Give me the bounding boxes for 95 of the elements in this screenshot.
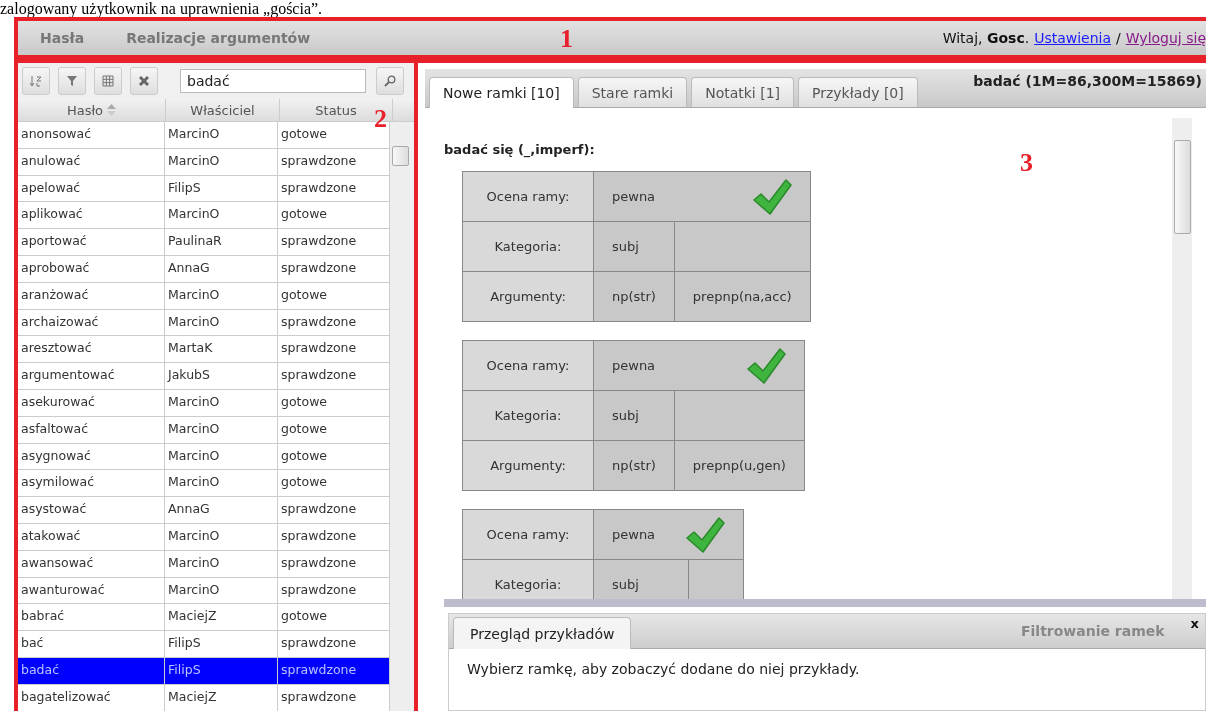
settings-link[interactable]: Ustawienia xyxy=(1034,30,1112,46)
search-field[interactable]: badać xyxy=(180,69,366,93)
hint-text: Wybierz ramkę, aby zobaczyć dodane do niej przykłady. xyxy=(466,660,861,677)
table-cell[interactable]: PaulinaR xyxy=(165,229,278,256)
caption-text: zalogowany użytkownik na uprawnienia „gościa”. xyxy=(0,0,323,17)
column-header[interactable]: Właściciel xyxy=(166,99,280,121)
column-header[interactable]: Hasło xyxy=(18,99,166,121)
table-cell: Ocena ramy: xyxy=(462,340,594,391)
table-cell[interactable]: aprobować xyxy=(18,256,165,283)
tab[interactable]: Stare ramki xyxy=(577,77,688,107)
tab[interactable]: Przegląd przykładów xyxy=(453,617,632,649)
table-cell[interactable]: MarcinO xyxy=(165,577,278,605)
table-cell[interactable]: FilipS xyxy=(165,175,278,203)
table-cell[interactable]: AnnaG xyxy=(165,256,278,283)
table-cell: Argumenty: xyxy=(462,440,594,491)
check-icon xyxy=(745,346,786,385)
table-cell: subj xyxy=(593,390,675,441)
table-cell: Kategoria: xyxy=(462,390,594,441)
table-cell: prepnp(u,gen) xyxy=(674,440,805,491)
close-button[interactable]: x xyxy=(1190,616,1199,631)
table-cell[interactable]: atakować xyxy=(18,523,165,551)
separator-text: / xyxy=(1116,30,1121,46)
table-cell[interactable]: badać xyxy=(18,657,165,685)
table-cell[interactable]: anonsować xyxy=(18,122,165,149)
table-cell: Argumenty: xyxy=(462,271,594,322)
table-cell[interactable]: asymilować xyxy=(18,470,165,498)
frame-heading: badać się (_,imperf): xyxy=(444,142,596,157)
table-cell[interactable]: asfaltować xyxy=(18,416,165,444)
table-cell[interactable]: asystować xyxy=(18,497,165,524)
table-cell[interactable]: asygnować xyxy=(18,443,165,471)
table-cell[interactable]: MarcinO xyxy=(165,282,278,310)
table-cell[interactable]: MarcinO xyxy=(165,550,278,578)
table-cell[interactable]: MarcinO xyxy=(165,443,278,471)
tab[interactable]: Przykłady [0] xyxy=(798,77,918,107)
table-cell: pewna xyxy=(593,340,805,391)
table-cell[interactable]: MarcinO xyxy=(165,389,278,417)
table-cell[interactable]: MarcinO xyxy=(165,309,278,337)
table-cell[interactable]: MarcinO xyxy=(165,470,278,498)
table-cell[interactable]: FilipS xyxy=(165,657,278,685)
table-cell: Kategoria: xyxy=(462,221,594,272)
table-cell[interactable]: FilipS xyxy=(165,631,278,658)
grid-icon[interactable] xyxy=(102,75,114,87)
table-cell[interactable]: aresztować xyxy=(18,336,165,364)
greeting-text: Witaj, Gosc. xyxy=(942,30,1030,46)
table-cell[interactable]: JakubS xyxy=(165,363,278,390)
filter-icon[interactable] xyxy=(66,75,78,87)
entry-title: badać (1M=86,300M=15869) xyxy=(973,73,1203,89)
search-icon xyxy=(384,75,396,87)
table-cell[interactable]: MarcinO xyxy=(165,416,278,444)
table-cell[interactable]: awansować xyxy=(18,550,165,578)
table-cell: pewna xyxy=(593,509,744,560)
table-cell[interactable]: aranżować xyxy=(18,282,165,310)
table-cell[interactable]: asekurować xyxy=(18,389,165,417)
annotation-number: 1 xyxy=(560,24,573,54)
check-icon xyxy=(751,177,792,216)
table-cell[interactable]: bać xyxy=(18,631,165,658)
table-cell[interactable]: MarcinO xyxy=(165,202,278,230)
logout-link[interactable]: Wyloguj się xyxy=(1125,30,1206,46)
clear-icon[interactable] xyxy=(138,75,150,87)
sort-icon[interactable] xyxy=(30,75,42,87)
table-cell: Ocena ramy: xyxy=(462,509,594,560)
table-cell[interactable]: apelować xyxy=(18,175,165,203)
table-cell[interactable]: MaciejZ xyxy=(165,684,278,711)
table-cell: prepnp(na,acc) xyxy=(674,271,811,322)
toolbar-button[interactable] xyxy=(130,67,158,95)
table-cell[interactable]: AnnaG xyxy=(165,497,278,524)
table-cell[interactable]: anulować xyxy=(18,148,165,176)
check-icon xyxy=(685,515,726,554)
toolbar-button[interactable] xyxy=(58,67,86,95)
tab[interactable]: Notatki [1] xyxy=(691,77,795,107)
annotation-number: 3 xyxy=(1020,148,1033,178)
table-cell[interactable]: awanturować xyxy=(18,577,165,605)
table-cell[interactable]: MartaK xyxy=(165,336,278,364)
table-cell[interactable]: bagatelizować xyxy=(18,684,165,711)
search-button[interactable] xyxy=(376,67,404,95)
panel-title: Filtrowanie ramek xyxy=(1020,623,1165,639)
table-cell: Kategoria: xyxy=(462,559,594,599)
table-cell: Ocena ramy: xyxy=(462,171,594,222)
table-cell[interactable]: aportować xyxy=(18,229,165,256)
tab[interactable]: Nowe ramki [10] xyxy=(429,77,574,108)
table-cell: pewna xyxy=(593,171,811,222)
toolbar-button[interactable] xyxy=(94,67,122,95)
table-cell[interactable]: MarcinO xyxy=(165,523,278,551)
table-cell[interactable]: sprawdzone xyxy=(278,657,390,685)
table-cell: np(str) xyxy=(593,271,675,322)
table-cell[interactable]: babrać xyxy=(18,604,165,632)
table-cell: np(str) xyxy=(593,440,675,491)
table-cell[interactable]: MarcinO xyxy=(165,122,278,149)
scrollbar[interactable] xyxy=(1172,118,1192,599)
table-cell[interactable]: argumentować xyxy=(18,363,165,390)
table-cell[interactable]: archaizować xyxy=(18,309,165,337)
table-cell[interactable]: MaciejZ xyxy=(165,604,278,632)
table-cell: subj xyxy=(593,221,675,272)
table-cell[interactable]: MarcinO xyxy=(165,148,278,176)
table-cell[interactable]: aplikować xyxy=(18,202,165,230)
